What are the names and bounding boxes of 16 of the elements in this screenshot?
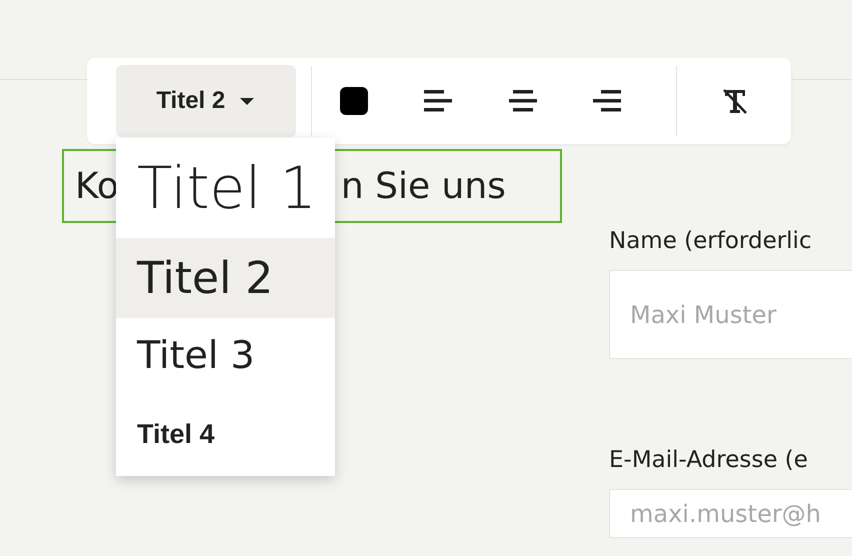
clear-formatting-icon bbox=[720, 87, 749, 115]
align-left-icon bbox=[424, 90, 452, 112]
field-label: E-Mail-Adresse (e bbox=[609, 447, 809, 473]
heading-text: n Sie uns bbox=[340, 166, 506, 206]
field-label: Name (erforderlic bbox=[609, 228, 813, 254]
heading-style-option[interactable]: Titel 3 bbox=[116, 318, 335, 392]
heading-style-dropdown[interactable]: Titel 2 bbox=[116, 65, 296, 137]
heading-style-option[interactable]: Titel 4 bbox=[116, 392, 335, 476]
heading-style-option[interactable]: Titel 1 bbox=[116, 138, 335, 238]
input-field[interactable]: maxi.muster@h bbox=[609, 489, 852, 538]
align-right-icon bbox=[593, 90, 622, 112]
caret-icon bbox=[239, 96, 256, 106]
input-field[interactable]: Maxi Muster bbox=[609, 270, 852, 359]
heading-text: Ko bbox=[75, 166, 119, 206]
heading-style-option[interactable]: Titel 2 bbox=[116, 238, 335, 318]
align-center-icon bbox=[508, 90, 537, 112]
